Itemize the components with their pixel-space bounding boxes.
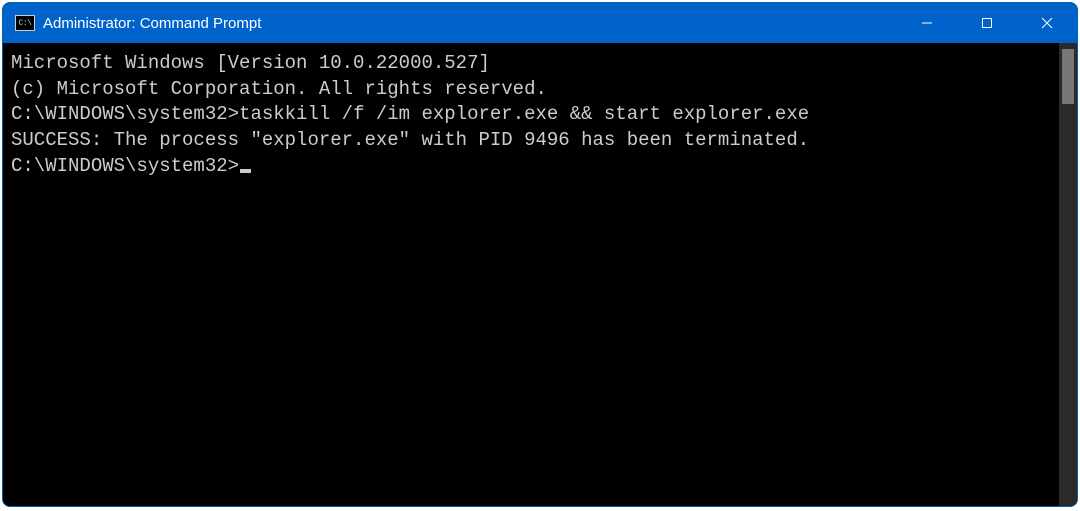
prompt-1: C:\WINDOWS\system32> (11, 103, 239, 125)
maximize-icon (981, 17, 993, 29)
titlebar[interactable]: C:\ Administrator: Command Prompt (3, 3, 1077, 43)
version-line: Microsoft Windows [Version 10.0.22000.52… (11, 51, 1055, 77)
window-title: Administrator: Command Prompt (43, 15, 261, 32)
copyright-line: (c) Microsoft Corporation. All rights re… (11, 77, 1055, 103)
text-cursor (240, 169, 251, 173)
close-icon (1041, 17, 1053, 29)
output-line-1: SUCCESS: The process "explorer.exe" with… (11, 128, 1055, 154)
cmd-icon: C:\ (15, 15, 35, 31)
scrollbar-track[interactable] (1059, 43, 1077, 506)
prompt-2: C:\WINDOWS\system32> (11, 155, 239, 177)
current-prompt-line: C:\WINDOWS\system32> (11, 154, 1055, 180)
terminal-output[interactable]: Microsoft Windows [Version 10.0.22000.52… (3, 43, 1059, 506)
minimize-icon (921, 17, 933, 29)
scrollbar-thumb[interactable] (1062, 49, 1074, 104)
cmd-icon-text: C:\ (19, 19, 32, 28)
minimize-button[interactable] (897, 3, 957, 43)
terminal-area: Microsoft Windows [Version 10.0.22000.52… (3, 43, 1077, 506)
command-prompt-window: C:\ Administrator: Command Prompt Micros… (2, 2, 1078, 507)
command-1: taskkill /f /im explorer.exe && start ex… (239, 103, 809, 125)
close-button[interactable] (1017, 3, 1077, 43)
maximize-button[interactable] (957, 3, 1017, 43)
command-line-1: C:\WINDOWS\system32>taskkill /f /im expl… (11, 102, 1055, 128)
window-controls (897, 3, 1077, 43)
